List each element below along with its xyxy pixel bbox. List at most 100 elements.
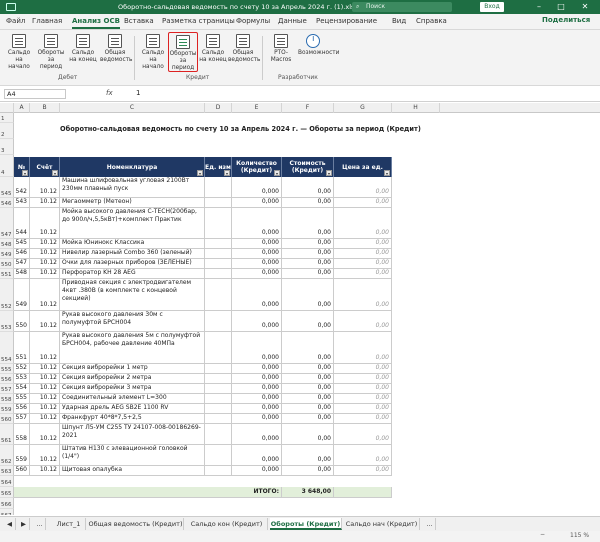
features-button[interactable]: Возможности xyxy=(298,34,339,57)
cell-qty[interactable]: 0,000 xyxy=(232,364,282,374)
cell-account[interactable]: 10.12 xyxy=(30,259,60,269)
credit-turnover-button[interactable]: Обороты за период xyxy=(168,32,198,72)
cell-unit[interactable] xyxy=(205,466,232,476)
cell-price[interactable]: 0,00 xyxy=(334,198,392,208)
row-header[interactable]: 551 xyxy=(0,269,14,279)
cell-unit[interactable] xyxy=(205,239,232,249)
cell-sum[interactable]: 0,00 xyxy=(282,269,334,279)
column-title-sum[interactable]: Стоимость (Кредит) xyxy=(282,157,334,177)
cell-name[interactable]: Секция виброрейки 1 метр xyxy=(60,364,205,374)
cell-unit[interactable] xyxy=(205,259,232,269)
more-sheets-icon[interactable]: … xyxy=(34,518,46,530)
fx-icon[interactable]: fx xyxy=(106,89,113,97)
cell-unit[interactable] xyxy=(205,394,232,404)
cell-account[interactable]: 10.12 xyxy=(30,466,60,476)
pto-macros-button[interactable]: PTO-Macros xyxy=(266,34,296,64)
cell-unit[interactable] xyxy=(205,424,232,445)
cell-price[interactable]: 0,00 xyxy=(334,239,392,249)
cell-number[interactable]: 542 xyxy=(14,177,30,198)
tab-page-layout[interactable]: Разметка страницы xyxy=(162,17,235,25)
cell-name[interactable]: Рукав высокого давления 30м с полумуфтой… xyxy=(60,311,205,332)
cell-qty[interactable]: 0,000 xyxy=(232,311,282,332)
row-header[interactable]: 552 xyxy=(0,279,14,311)
column-header-F[interactable]: F xyxy=(282,103,334,113)
row-header[interactable]: 555 xyxy=(0,364,14,374)
cell-price[interactable]: 0,00 xyxy=(334,269,392,279)
sheet-tab-general[interactable]: Общая ведомость (Кредит) xyxy=(88,518,184,530)
column-header-C[interactable]: C xyxy=(60,103,205,113)
close-icon[interactable]: ✕ xyxy=(576,0,594,14)
filter-dropdown-icon[interactable] xyxy=(326,170,332,176)
sheet-tab-turnover[interactable]: Обороты (Кредит) xyxy=(270,518,342,530)
row-header[interactable]: 557 xyxy=(0,384,14,394)
row-header[interactable]: 556 xyxy=(0,374,14,384)
cell-account[interactable]: 10.12 xyxy=(30,384,60,394)
column-title-price[interactable]: Цена за ед. xyxy=(334,157,392,177)
row-header[interactable]: 3 xyxy=(0,139,14,155)
row-header[interactable]: 550 xyxy=(0,259,14,269)
cell-price[interactable]: 0,00 xyxy=(334,279,392,311)
cell-price[interactable]: 0,00 xyxy=(334,364,392,374)
next-sheet-icon[interactable]: ▶ xyxy=(18,518,30,530)
formula-input[interactable]: 1 xyxy=(136,89,140,97)
column-title-acc[interactable]: Счёт xyxy=(30,157,60,177)
tab-view[interactable]: Вид xyxy=(392,17,406,25)
cell-sum[interactable]: 0,00 xyxy=(282,384,334,394)
cell-number[interactable]: 553 xyxy=(14,374,30,384)
zoom-level[interactable]: 115 % xyxy=(570,532,589,539)
row-header[interactable]: 562 xyxy=(0,445,14,466)
cell-account[interactable]: 10.12 xyxy=(30,394,60,404)
cell-sum[interactable]: 0,00 xyxy=(282,414,334,424)
column-title-no[interactable]: № xyxy=(14,157,30,177)
cell-qty[interactable]: 0,000 xyxy=(232,239,282,249)
cell-price[interactable]: 0,00 xyxy=(334,177,392,198)
cell-number[interactable]: 560 xyxy=(14,466,30,476)
cell-qty[interactable]: 0,000 xyxy=(232,249,282,259)
filter-dropdown-icon[interactable] xyxy=(384,170,390,176)
cell-number[interactable]: 552 xyxy=(14,364,30,374)
row-header[interactable]: 545 xyxy=(0,177,14,198)
row-header[interactable]: 549 xyxy=(0,249,14,259)
cell-name[interactable]: Ударная дрель AEG SB2E 1100 RV xyxy=(60,404,205,414)
cell-number[interactable]: 548 xyxy=(14,269,30,279)
row-header[interactable]: 563 xyxy=(0,466,14,476)
cell-number[interactable]: 546 xyxy=(14,249,30,259)
cell-sum[interactable]: 0,00 xyxy=(282,424,334,445)
row-header[interactable]: 566 xyxy=(0,498,14,509)
cell-name[interactable]: Рукав высокого давления 5м с полумуфтой … xyxy=(60,332,205,364)
cell-qty[interactable]: 0,000 xyxy=(232,374,282,384)
cell-number[interactable]: 559 xyxy=(14,445,30,466)
credit-closing-button[interactable]: Сальдо на конец xyxy=(198,34,228,64)
cell-qty[interactable]: 0,000 xyxy=(232,332,282,364)
cell-number[interactable]: 545 xyxy=(14,239,30,249)
filter-dropdown-icon[interactable] xyxy=(22,170,28,176)
filter-dropdown-icon[interactable] xyxy=(274,170,280,176)
row-header[interactable]: 1 xyxy=(0,113,14,123)
cell-name[interactable]: Франкфурт 40*8*7,5+2,5 xyxy=(60,414,205,424)
cell-name[interactable]: Соединительный элемент L=300 xyxy=(60,394,205,404)
cell-sum[interactable]: 0,00 xyxy=(282,374,334,384)
cell-name[interactable]: Очки для лазерных приборов (ЗЕЛЕНЫЕ) xyxy=(60,259,205,269)
tab-data[interactable]: Данные xyxy=(278,17,307,25)
cell-number[interactable]: 547 xyxy=(14,259,30,269)
cell-qty[interactable]: 0,000 xyxy=(232,198,282,208)
more-sheets-right-icon[interactable]: … xyxy=(424,518,436,530)
cell-account[interactable]: 10.12 xyxy=(30,269,60,279)
cell-unit[interactable] xyxy=(205,311,232,332)
row-header[interactable]: 553 xyxy=(0,311,14,332)
tab-home[interactable]: Главная xyxy=(32,17,62,25)
cell-sum[interactable]: 0,00 xyxy=(282,332,334,364)
cell-name[interactable]: Секция виброрейки 2 метра xyxy=(60,374,205,384)
cell-qty[interactable]: 0,000 xyxy=(232,445,282,466)
cell-price[interactable]: 0,00 xyxy=(334,311,392,332)
total-price[interactable] xyxy=(334,487,392,498)
cell-qty[interactable]: 0,000 xyxy=(232,384,282,394)
cell-sum[interactable]: 0,00 xyxy=(282,364,334,374)
cell-qty[interactable]: 0,000 xyxy=(232,466,282,476)
tab-review[interactable]: Рецензирование xyxy=(316,17,377,25)
name-box[interactable]: A4 xyxy=(4,89,66,99)
cell-price[interactable]: 0,00 xyxy=(334,404,392,414)
cell-name[interactable]: Секция виброрейки 3 метра xyxy=(60,384,205,394)
cell-unit[interactable] xyxy=(205,208,232,239)
cell-unit[interactable] xyxy=(205,198,232,208)
